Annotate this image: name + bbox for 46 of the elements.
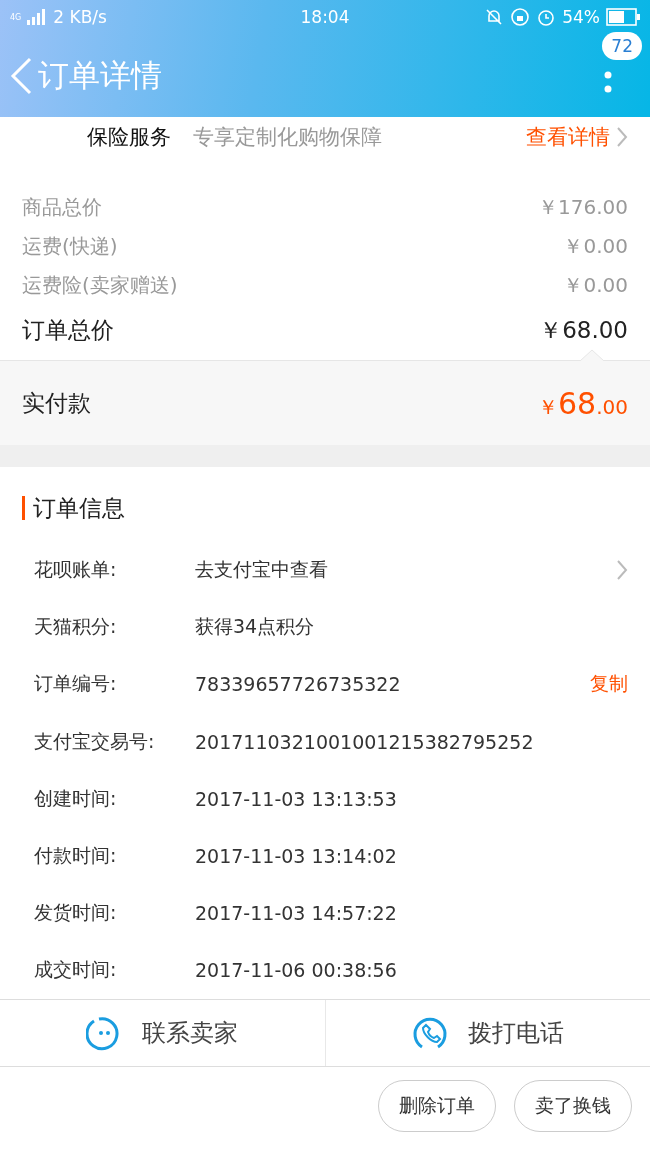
page-title: 订单详情 <box>38 55 162 95</box>
info-value: 获得34点积分 <box>195 614 316 640</box>
network-speed: 2 KB/s <box>53 7 107 27</box>
info-label: 成交时间: <box>34 956 118 982</box>
info-label: 天猫积分: <box>34 614 118 640</box>
info-value: 2017-11-03 14:57:22 <box>195 901 398 924</box>
order-action-button[interactable]: 卖了换钱 <box>514 1079 632 1132</box>
paid-label: 实付款 <box>22 388 91 418</box>
price-value: ￥0.00 <box>563 233 628 261</box>
back-icon[interactable] <box>10 56 32 95</box>
battery-level: 54% <box>562 7 600 27</box>
network-type: 4G <box>10 12 22 22</box>
contact-action[interactable]: 拨打电话 <box>324 999 650 1066</box>
info-label: 付款时间: <box>34 842 118 868</box>
message-count-badge: 72 <box>602 32 642 60</box>
insurance-description: 专享定制化购物保障 <box>193 123 383 151</box>
price-value: ￥0.00 <box>563 272 628 300</box>
price-label: 运费(快递) <box>22 233 118 261</box>
info-value: 2017110321001001215382795252 <box>195 730 535 753</box>
info-value: 去支付宝中查看 <box>195 557 329 583</box>
alarm-icon <box>536 7 557 27</box>
chevron-icon <box>616 559 628 582</box>
info-label: 创建时间: <box>34 785 118 811</box>
order-action-button[interactable]: 删除订单 <box>378 1079 496 1132</box>
info-value: 2017-11-06 00:38:56 <box>195 958 398 981</box>
section-title: 订单信息 <box>33 493 125 523</box>
battery-icon <box>606 8 640 26</box>
price-value: ￥176.00 <box>538 194 628 222</box>
price-label: 运费险(卖家赠送) <box>22 272 178 300</box>
chevron-icon <box>616 125 628 148</box>
price-label: 商品总价 <box>22 194 102 222</box>
info-value: 78339657726735322 <box>195 673 402 696</box>
info-label: 发货时间: <box>34 899 118 925</box>
insurance-label: 保险服务 <box>87 123 171 151</box>
info-label: 支付宝交易号: <box>34 728 156 754</box>
price-value: ￥68.00 <box>539 316 628 346</box>
price-label: 订单总价 <box>22 316 114 346</box>
paid-amount: ￥68.00 <box>538 385 628 421</box>
info-value: 2017-11-03 13:13:53 <box>195 787 398 810</box>
info-label: 订单编号: <box>34 671 118 697</box>
info-label: 花呗账单: <box>34 557 118 583</box>
signal-icon <box>27 9 48 25</box>
clock: 18:04 <box>300 7 350 27</box>
contact-action[interactable]: 联系卖家 <box>0 999 325 1066</box>
info-value: 2017-11-03 13:14:02 <box>195 844 398 867</box>
more-menu-icon[interactable] <box>604 70 612 94</box>
